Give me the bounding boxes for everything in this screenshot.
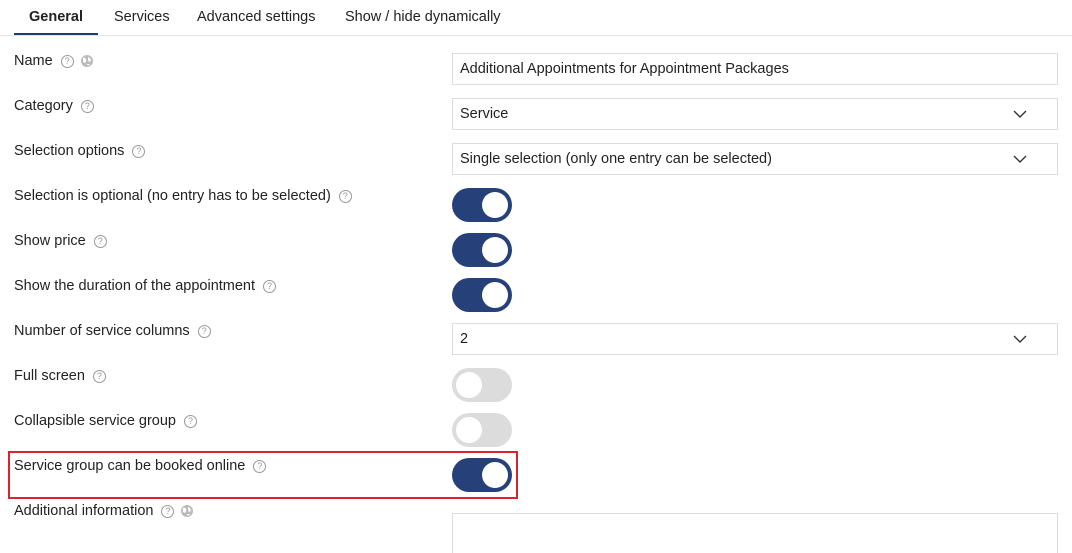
selection-options-label-text: Selection options bbox=[14, 143, 125, 159]
help-icon[interactable]: ? bbox=[93, 234, 107, 248]
help-icon[interactable]: ? bbox=[253, 459, 267, 473]
show-price-toggle[interactable] bbox=[452, 233, 512, 267]
additional-info-label: Additional information ? bbox=[14, 503, 194, 519]
service-columns-label: Number of service columns ? bbox=[14, 323, 211, 339]
selection-optional-label: Selection is optional (no entry has to b… bbox=[14, 188, 352, 204]
help-icon[interactable]: ? bbox=[184, 414, 197, 428]
help-icon[interactable]: ? bbox=[338, 189, 352, 203]
globe-icon[interactable] bbox=[180, 504, 194, 518]
bookable-online-label-text: Service group can be booked online bbox=[14, 458, 246, 474]
row-full-screen: Full screen ? bbox=[0, 359, 1072, 404]
category-value: Service bbox=[460, 106, 509, 122]
bookable-online-toggle[interactable] bbox=[452, 458, 512, 492]
category-select[interactable]: Service bbox=[452, 98, 1058, 130]
chevron-down-icon bbox=[1013, 335, 1027, 343]
row-show-price: Show price ? bbox=[0, 224, 1072, 269]
row-selection-options: Selection options ? Single selection (on… bbox=[0, 134, 1072, 179]
collapsible-group-label: Collapsible service group ? bbox=[14, 413, 197, 429]
selection-optional-toggle[interactable] bbox=[452, 188, 512, 222]
help-icon[interactable]: ? bbox=[92, 369, 106, 383]
full-screen-toggle[interactable] bbox=[452, 368, 512, 402]
help-icon[interactable]: ? bbox=[161, 504, 175, 518]
row-bookable-online: Service group can be booked online ? bbox=[0, 449, 1072, 494]
tab-bar: General Services Advanced settings Show … bbox=[0, 0, 1072, 36]
toggle-knob bbox=[482, 462, 508, 488]
row-show-duration: Show the duration of the appointment ? bbox=[0, 269, 1072, 314]
toggle-knob bbox=[456, 417, 482, 443]
toggle-knob bbox=[482, 237, 508, 263]
service-columns-label-text: Number of service columns bbox=[14, 323, 190, 339]
help-icon[interactable]: ? bbox=[263, 279, 277, 293]
row-collapsible-group: Collapsible service group ? bbox=[0, 404, 1072, 449]
help-icon[interactable]: ? bbox=[197, 324, 211, 338]
additional-info-textarea[interactable] bbox=[452, 513, 1058, 553]
tab-general[interactable]: General bbox=[29, 9, 83, 25]
show-duration-label: Show the duration of the appointment ? bbox=[14, 278, 277, 294]
row-selection-optional: Selection is optional (no entry has to b… bbox=[0, 179, 1072, 224]
selection-options-label: Selection options ? bbox=[14, 143, 146, 159]
category-label-text: Category bbox=[14, 98, 73, 114]
full-screen-label-text: Full screen bbox=[14, 368, 85, 384]
selection-options-select[interactable]: Single selection (only one entry can be … bbox=[452, 143, 1058, 175]
name-label: Name ? bbox=[14, 53, 94, 69]
toggle-knob bbox=[482, 282, 508, 308]
category-label: Category ? bbox=[14, 98, 94, 114]
selection-optional-label-text: Selection is optional (no entry has to b… bbox=[14, 188, 331, 204]
row-category: Category ? Service bbox=[0, 89, 1072, 134]
name-label-text: Name bbox=[14, 53, 53, 69]
chevron-down-icon bbox=[1013, 110, 1027, 118]
tab-show-hide-dynamically[interactable]: Show / hide dynamically bbox=[345, 9, 501, 25]
name-input[interactable] bbox=[452, 53, 1058, 85]
service-columns-select[interactable]: 2 bbox=[452, 323, 1058, 355]
row-service-columns: Number of service columns ? 2 bbox=[0, 314, 1072, 359]
help-icon[interactable]: ? bbox=[80, 99, 94, 113]
full-screen-label: Full screen ? bbox=[14, 368, 106, 384]
collapsible-group-label-text: Collapsible service group bbox=[14, 413, 176, 429]
tab-services[interactable]: Services bbox=[114, 9, 170, 25]
show-price-label-text: Show price bbox=[14, 233, 86, 249]
help-icon[interactable]: ? bbox=[60, 54, 74, 68]
toggle-knob bbox=[482, 192, 508, 218]
chevron-down-icon bbox=[1013, 155, 1027, 163]
globe-icon[interactable] bbox=[80, 54, 94, 68]
bookable-online-label: Service group can be booked online ? bbox=[14, 458, 267, 474]
service-columns-value: 2 bbox=[460, 331, 469, 347]
help-icon[interactable]: ? bbox=[132, 144, 146, 158]
show-duration-label-text: Show the duration of the appointment bbox=[14, 278, 256, 294]
show-price-label: Show price ? bbox=[14, 233, 107, 249]
additional-info-label-text: Additional information bbox=[14, 503, 154, 519]
toggle-knob bbox=[456, 372, 482, 398]
show-duration-toggle[interactable] bbox=[452, 278, 512, 312]
row-name: Name ? bbox=[0, 44, 1072, 89]
active-tab-indicator bbox=[14, 33, 98, 35]
collapsible-group-toggle[interactable] bbox=[452, 413, 512, 447]
selection-options-value: Single selection (only one entry can be … bbox=[460, 151, 772, 167]
tab-advanced-settings[interactable]: Advanced settings bbox=[197, 9, 316, 25]
